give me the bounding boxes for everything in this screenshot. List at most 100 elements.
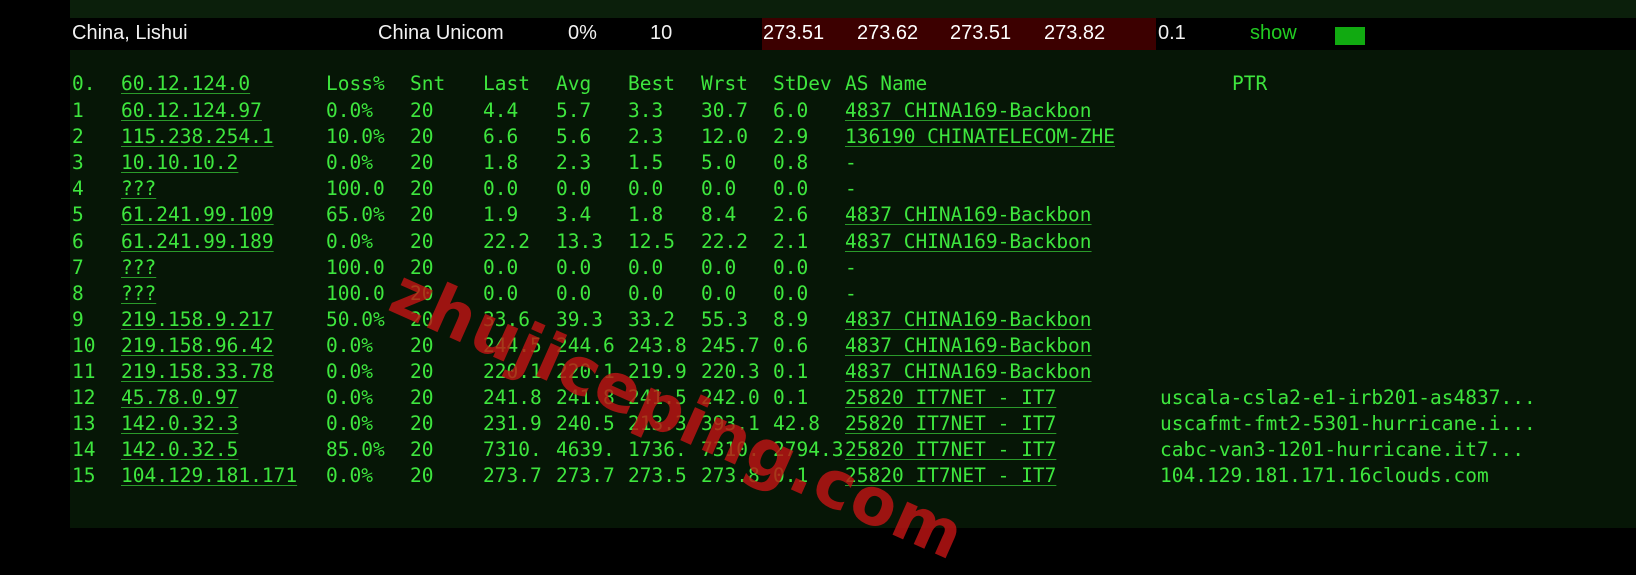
hop-as-link[interactable]: 4837 CHINA169-Backbon bbox=[845, 201, 1092, 228]
hop-snt: 20 bbox=[410, 464, 434, 488]
hop-ip-link[interactable]: 142.0.32.5 bbox=[121, 436, 238, 463]
hop-ip-link[interactable]: 60.12.124.97 bbox=[121, 97, 262, 124]
hop-ptr: cabc-van3-1201-hurricane.it7... bbox=[1160, 438, 1524, 462]
location-label: China, Lishui bbox=[72, 22, 188, 44]
hop-ip-link[interactable]: 219.158.96.42 bbox=[121, 332, 274, 359]
table-row: 6 61.241.99.189 0.0% 20 22.2 13.3 12.5 22.2 2.1 4… bbox=[70, 228, 1636, 255]
hop-last: 244.5 bbox=[483, 333, 542, 357]
hop-wrst: 12.0 bbox=[701, 125, 748, 149]
hop-as-link[interactable]: 25820 IT7NET - IT7 bbox=[845, 384, 1056, 411]
hop-number: 2 bbox=[72, 125, 84, 149]
hop-ip-link[interactable]: ??? bbox=[121, 254, 156, 281]
hop-snt: 20 bbox=[410, 438, 434, 462]
hop-stdev: 6.0 bbox=[773, 99, 809, 122]
hop-wrst: 7310. bbox=[701, 438, 760, 462]
hop-as-link[interactable]: 4837 CHINA169-Backbon bbox=[845, 332, 1092, 359]
hop-stdev: 0.0 bbox=[773, 255, 809, 279]
hop-as-link[interactable]: 4837 CHINA169-Backbon bbox=[845, 306, 1092, 333]
mtr-table: 0. 60.12.124.0 Loss% Snt Last Avg Best W… bbox=[70, 50, 1636, 528]
hop-wrst: 8.4 bbox=[701, 203, 737, 227]
hop-best: 0.0 bbox=[628, 177, 664, 201]
hop-as-link[interactable]: 136190 CHINATELECOM-ZHE bbox=[845, 123, 1115, 150]
hop-wrst: 242.0 bbox=[701, 386, 760, 410]
hop-stdev: 2.9 bbox=[773, 125, 809, 149]
hop-ip-link[interactable]: 10.10.10.2 bbox=[121, 149, 238, 176]
hop-last: 0.0 bbox=[483, 177, 519, 201]
hop-as-link[interactable]: 25820 IT7NET - IT7 bbox=[845, 436, 1056, 463]
last-value: 273.51 bbox=[763, 22, 825, 44]
hop-loss: 0.0% bbox=[326, 229, 373, 253]
hop-as-link[interactable]: 4837 CHINA169-Backbon bbox=[845, 358, 1092, 385]
hop-loss: 100.0 bbox=[326, 177, 385, 201]
hop-snt: 20 bbox=[410, 125, 434, 149]
hop-best: 33.2 bbox=[628, 307, 675, 331]
hop-ip-link[interactable]: 45.78.0.97 bbox=[121, 384, 238, 411]
hop-number: 14 bbox=[72, 438, 96, 462]
hop-last: 0.0 bbox=[483, 281, 519, 305]
hdr-loss: Loss% bbox=[326, 72, 385, 95]
hop-last: 4.4 bbox=[483, 99, 519, 122]
hop-stdev: 0.8 bbox=[773, 151, 809, 175]
hop-number: 12 bbox=[72, 386, 96, 410]
hop-avg: 2.3 bbox=[556, 151, 592, 175]
hop-best: 243.8 bbox=[628, 333, 687, 357]
show-link[interactable]: show bbox=[1250, 22, 1297, 45]
hop-number: 10 bbox=[72, 333, 96, 357]
hop-number: 8 bbox=[72, 281, 84, 305]
hop-as-link[interactable]: 25820 IT7NET - IT7 bbox=[845, 462, 1056, 489]
hop-stdev: 0.6 bbox=[773, 333, 809, 357]
hop-number: 9 bbox=[72, 307, 84, 331]
hop-snt: 20 bbox=[410, 412, 434, 436]
hop-wrst: 220.3 bbox=[701, 360, 760, 383]
hop-best: 1736. bbox=[628, 438, 687, 462]
hdr-best: Best bbox=[628, 72, 675, 95]
hop-loss: 85.0% bbox=[326, 438, 385, 462]
table-row: 11 219.158.33.78 0.0% 20 220.1 220.1 219.9 220.… bbox=[70, 358, 1636, 385]
hop-loss: 10.0% bbox=[326, 125, 385, 149]
hop-best: 219.9 bbox=[628, 360, 687, 383]
hop-ip-link[interactable]: ??? bbox=[121, 280, 156, 307]
hop-snt: 20 bbox=[410, 255, 434, 279]
hop-ip-link[interactable]: ??? bbox=[121, 175, 156, 202]
hop-snt: 20 bbox=[410, 386, 434, 410]
hop-number: 5 bbox=[72, 203, 84, 227]
hop-best: 1.5 bbox=[628, 151, 664, 175]
hop-avg: 240.5 bbox=[556, 412, 615, 436]
stdev-value: 0.1 bbox=[1158, 22, 1186, 44]
table-row: 2 115.238.254.1 10.0% 20 6.6 5.6 2.3 12.0 2.9 136… bbox=[70, 123, 1636, 150]
table-row: 14 142.0.32.5 85.0% 20 7310. 4639. 1736. 7310. 2… bbox=[70, 436, 1636, 463]
hop-wrst: 0.0 bbox=[701, 255, 737, 279]
hop-ip-link[interactable]: 219.158.9.217 bbox=[121, 306, 274, 333]
hop-ip-link[interactable]: 104.129.181.171 bbox=[121, 462, 297, 489]
hop-last: 231.9 bbox=[483, 412, 542, 436]
hop-loss: 100.0 bbox=[326, 255, 385, 279]
hop-ip-link[interactable]: 115.238.254.1 bbox=[121, 123, 274, 150]
hop-wrst: 30.7 bbox=[701, 99, 748, 122]
hop-ip-link[interactable]: 142.0.32.3 bbox=[121, 410, 238, 437]
table-row: 13 142.0.32.3 0.0% 20 231.9 240.5 213.3 393.1 42… bbox=[70, 410, 1636, 437]
hop-number: 13 bbox=[72, 412, 96, 436]
hop-ip-link[interactable]: 61.241.99.189 bbox=[121, 228, 274, 255]
table-row: 15 104.129.181.171 0.0% 20 273.7 273.7 273.5 27… bbox=[70, 462, 1636, 489]
table-row: 3 10.10.10.2 0.0% 20 1.8 2.3 1.5 5.0 0.8 - bbox=[70, 149, 1636, 176]
hop-ptr: uscafmt-fmt2-5301-hurricane.i... bbox=[1160, 412, 1536, 436]
hop-ip-link[interactable]: 219.158.33.78 bbox=[121, 358, 274, 385]
avg-value: 273.62 bbox=[857, 22, 919, 44]
hop-as-link[interactable]: 25820 IT7NET - IT7 bbox=[845, 410, 1056, 437]
hop-as-link[interactable]: 4837 CHINA169-Backbon bbox=[845, 97, 1092, 124]
hop-wrst: 55.3 bbox=[701, 307, 748, 331]
hop-last: 1.9 bbox=[483, 203, 519, 227]
hop-avg: 241.8 bbox=[556, 386, 615, 410]
hop-as-link[interactable]: 4837 CHINA169-Backbon bbox=[845, 228, 1092, 255]
isp-label: China Unicom bbox=[378, 22, 504, 44]
hdr-ptr: PTR bbox=[1232, 72, 1268, 95]
mtr-header-row: 0. 60.12.124.0 Loss% Snt Last Avg Best W… bbox=[70, 70, 1636, 97]
hdr-host-ip[interactable]: 60.12.124.0 bbox=[121, 70, 250, 97]
hop-ip-link[interactable]: 61.241.99.109 bbox=[121, 201, 274, 228]
hop-loss: 50.0% bbox=[326, 307, 385, 331]
summary-row: China, Lishui China Unicom 0% 10 273.51 … bbox=[70, 18, 1636, 51]
hop-loss: 0.0% bbox=[326, 151, 373, 175]
table-row: 4??? 100.0 20 0.0 0.0 0.0 0.0 0.0 - bbox=[70, 175, 1636, 202]
hop-avg: 13.3 bbox=[556, 229, 603, 253]
hop-number: 15 bbox=[72, 464, 96, 488]
